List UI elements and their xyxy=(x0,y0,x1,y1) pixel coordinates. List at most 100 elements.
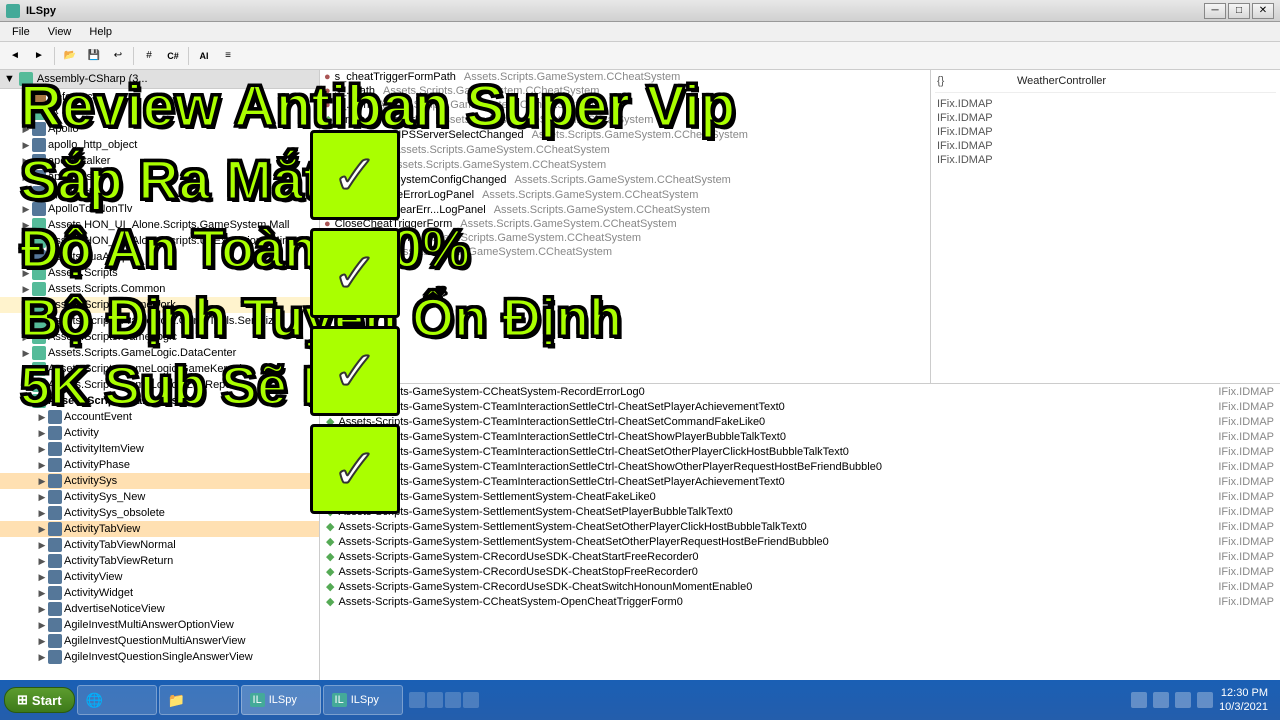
member-item-6[interactable]: ◆ ...Block... Assets.Scripts.GameSystem.… xyxy=(320,157,930,172)
tree-item-tlogreport[interactable]: ▶ Assets.Scripts.GameLogic.TLogReport xyxy=(0,377,319,393)
bottom-right: IFix.IDMAP xyxy=(1218,596,1274,608)
tree-item-assets-scripts-framework[interactable]: ▶ Assets.Scripts.Framework xyxy=(0,297,319,313)
taskbar-folder[interactable]: 📁 xyxy=(159,685,239,715)
tree-item-references[interactable]: ▶ References xyxy=(0,89,319,105)
member-item-2[interactable]: ● s_...Url Assets.Scripts.GameSystem.CCh… xyxy=(320,98,930,112)
tree-item-activity-phase[interactable]: ▶ ActivityPhase xyxy=(0,457,319,473)
title-bar-buttons: ─ □ ✕ xyxy=(1204,3,1274,19)
class-icon xyxy=(48,490,62,504)
tree-item-activitytabview[interactable]: ▶ ActivityTabView xyxy=(0,521,319,537)
toolbar-cs[interactable]: C# xyxy=(162,45,184,67)
tree-item-hon-mall[interactable]: ▶ Assets.HON_UI_Alone.Scripts.GameSystem… xyxy=(0,217,319,233)
member-item-8[interactable]: ◆ OnCheatHideErrorLogPanel Assets.Script… xyxy=(320,187,930,202)
tree-item-apollotdr-nontlv[interactable]: ▶ ApolloTdr.NonTlv xyxy=(0,201,319,217)
tree-item-activitysys-obsolete[interactable]: ▶ ActivitySys_obsolete xyxy=(0,505,319,521)
bottom-item-5[interactable]: ◆ Assets-Scripts-GameSystem-CTeamInterac… xyxy=(320,459,1280,474)
tree-item-empty-ns[interactable]: ▶ { } - xyxy=(0,105,319,121)
tree-item-activitytabview-return[interactable]: ▶ ActivityTabViewReturn xyxy=(0,553,319,569)
toolbar-save[interactable]: 💾 xyxy=(83,45,105,67)
member-item-0[interactable]: ● s_cheatTriggerFormPath Assets.Scripts.… xyxy=(320,70,930,84)
tree-item-apollo-tss[interactable]: ▶ apollo_tss xyxy=(0,169,319,185)
bottom-item-9[interactable]: ◆ Assets-Scripts-GameSystem-SettlementSy… xyxy=(320,519,1280,534)
close-button[interactable]: ✕ xyxy=(1252,3,1274,19)
start-button[interactable]: ⊞ Start xyxy=(4,687,75,713)
minimize-button[interactable]: ─ xyxy=(1204,3,1226,19)
member-item-9[interactable]: ◆ OnCheatAppearErr...LogPanel Assets.Scr… xyxy=(320,202,930,217)
prop-icon: ◆ xyxy=(326,550,334,563)
menu-file[interactable]: File xyxy=(4,24,38,40)
info-row-4: IFix.IDMAP xyxy=(935,139,1276,153)
tree-item-apollo-http[interactable]: ▶ apollo_http_object xyxy=(0,137,319,153)
bottom-item-10[interactable]: ◆ Assets-Scripts-GameSystem-SettlementSy… xyxy=(320,534,1280,549)
taskbar-extra-app-2[interactable] xyxy=(427,692,443,708)
tree-item-hon-mirror[interactable]: ▶ Assets.HON_UI_Alone.Scripts.UI.Extensi… xyxy=(0,233,319,249)
member-item-1[interactable]: ● s_..Path Assets.Scripts.GameSystem.CCh… xyxy=(320,84,930,98)
member-item-12[interactable]: ● CheatView Assets.Scripts.GameSystem.CC… xyxy=(320,245,930,259)
member-item-5[interactable]: ◆ ...Select... Assets.Scripts.GameSystem… xyxy=(320,142,930,157)
bottom-item-11[interactable]: ◆ Assets-Scripts-GameSystem-CRecordUseSD… xyxy=(320,549,1280,564)
taskbar-ilspy-app-2[interactable]: IL ILSpy xyxy=(323,685,403,715)
tree-item-assets-scripts[interactable]: ▶ Assets.Scripts xyxy=(0,265,319,281)
tree-item-activity[interactable]: ▶ Activity xyxy=(0,425,319,441)
member-item-11[interactable]: ● OpenCheatForm Assets.Scripts.GameSyste… xyxy=(320,231,930,245)
taskbar-extra-app-3[interactable] xyxy=(445,692,461,708)
toolbar-ai[interactable]: AI xyxy=(193,45,215,67)
maximize-button[interactable]: □ xyxy=(1228,3,1250,19)
bottom-label: Assets-Scripts-GameSystem-SettlementSyst… xyxy=(338,506,732,518)
tree-item-accountevent[interactable]: ▶ AccountEvent xyxy=(0,409,319,425)
bottom-item-4[interactable]: ◆ Assets-Scripts-GameSystem-CTeamInterac… xyxy=(320,444,1280,459)
member-item-3[interactable]: ◆ OnCheatTriggerUp Assets.Scripts.GameSy… xyxy=(320,112,930,127)
tree-item-apollo-talker[interactable]: ▶ apollo_talker xyxy=(0,153,319,169)
tree-item-advertisenotice[interactable]: ▶ AdvertiseNoticeView xyxy=(0,601,319,617)
tree-item-lua[interactable]: ▶ Assets.LuaAdapter xyxy=(0,249,319,265)
bottom-right: IFix.IDMAP xyxy=(1218,491,1274,503)
bottom-item-7[interactable]: ◆ Assets-Scripts-GameSystem-SettlementSy… xyxy=(320,489,1280,504)
bottom-item-6[interactable]: ◆ Assets-Scripts-GameSystem-CTeamInterac… xyxy=(320,474,1280,489)
tree-item-activityview[interactable]: ▶ ActivityView xyxy=(0,569,319,585)
tree-item-activitysys-new[interactable]: ▶ ActivitySys_New xyxy=(0,489,319,505)
bottom-item-14[interactable]: ◆ Assets-Scripts-GameSystem-CCheatSystem… xyxy=(320,594,1280,609)
tree-item-agileinvest-question-multi[interactable]: ▶ AgileInvestQuestionMultiAnswerView xyxy=(0,633,319,649)
toolbar-back[interactable]: ◄ xyxy=(4,45,26,67)
tree-item-activity-itemview[interactable]: ▶ ActivityItemView xyxy=(0,441,319,457)
taskbar-ilspy-app-1[interactable]: IL ILSpy xyxy=(241,685,321,715)
expand-all-icon[interactable]: ▼ xyxy=(4,73,15,85)
tree-item-activitywidget[interactable]: ▶ ActivityWidget xyxy=(0,585,319,601)
tree-item-apollotdr[interactable]: ▶ ApolloTdr xyxy=(0,185,319,201)
taskbar-extra-app-4[interactable] xyxy=(463,692,479,708)
member-item-4[interactable]: ◆ OnCheatOnIIPSServerSelectChanged Asset… xyxy=(320,127,930,142)
tree-item-datacenter[interactable]: ▶ Assets.Scripts.GameLogic.DataCenter xyxy=(0,345,319,361)
tree-item-agileinvest-question-single[interactable]: ▶ AgileInvestQuestionSingleAnswerView xyxy=(0,649,319,665)
member-item-7[interactable]: ◆ OnCheatBySystemConfigChanged Assets.Sc… xyxy=(320,172,930,187)
main-layout: ▼ Assembly-CSharp (3... ▶ References ▶ {… xyxy=(0,70,1280,698)
tree-item-assets-scripts-framework-serialize[interactable]: ▶ Assets.Scripts.Framework.GameTools.Ser… xyxy=(0,313,319,329)
toolbar-refresh[interactable]: ↩ xyxy=(107,45,129,67)
bottom-item-1[interactable]: ◆ Assets-Scripts-GameSystem-CTeamInterac… xyxy=(320,399,1280,414)
tree-item-apollo[interactable]: ▶ Apollo xyxy=(0,121,319,137)
toolbar-forward[interactable]: ► xyxy=(28,45,50,67)
tree-item-assets-scripts-common[interactable]: ▶ Assets.Scripts.Common xyxy=(0,281,319,297)
bottom-item-12[interactable]: ◆ Assets-Scripts-GameSystem-CRecordUseSD… xyxy=(320,564,1280,579)
menu-view[interactable]: View xyxy=(40,24,80,40)
taskbar-extra-app-1[interactable] xyxy=(409,692,425,708)
tree-label: Assets.HON_UI_Alone.Scripts.GameSystem.M… xyxy=(48,219,289,231)
bottom-item-8[interactable]: ◆ Assets-Scripts-GameSystem-SettlementSy… xyxy=(320,504,1280,519)
tree-label: AgileInvestQuestionSingleAnswerView xyxy=(64,651,253,663)
tree-item-agileinvest-multi[interactable]: ▶ AgileInvestMultiAnswerOptionView xyxy=(0,617,319,633)
bottom-item-2[interactable]: ◆ Assets-Scripts-GameSystem-CTeamInterac… xyxy=(320,414,1280,429)
toolbar-hash[interactable]: # xyxy=(138,45,160,67)
tree-item-gamekernal[interactable]: ▶ Assets.Scripts.GameLogic.GameKernal xyxy=(0,361,319,377)
toolbar-menu[interactable]: ≡ xyxy=(217,45,239,67)
taskbar-ie[interactable]: 🌐 xyxy=(77,685,157,715)
tree-item-gamelogic[interactable]: ▶ Assets.Scripts.GameLogic xyxy=(0,329,319,345)
tree-label: Assets.LuaAdapter xyxy=(48,251,141,263)
toolbar-open[interactable]: 📂 xyxy=(59,45,81,67)
member-item-10[interactable]: ● CloseCheatTriggerForm Assets.Scripts.G… xyxy=(320,217,930,231)
tree-item-activitytabview-normal[interactable]: ▶ ActivityTabViewNormal xyxy=(0,537,319,553)
tree-item-gamesystem[interactable]: ▼ Assets.Scripts.GameSystem xyxy=(0,393,319,409)
bottom-item-0[interactable]: ◆ Assets-Scripts-GameSystem-CCheatSystem… xyxy=(320,384,1280,399)
bottom-item-3[interactable]: ◆ Assets-Scripts-GameSystem-CTeamInterac… xyxy=(320,429,1280,444)
tree-item-activitysys[interactable]: ▶ ActivitySys xyxy=(0,473,319,489)
bottom-item-13[interactable]: ◆ Assets-Scripts-GameSystem-CRecordUseSD… xyxy=(320,579,1280,594)
menu-help[interactable]: Help xyxy=(81,24,120,40)
